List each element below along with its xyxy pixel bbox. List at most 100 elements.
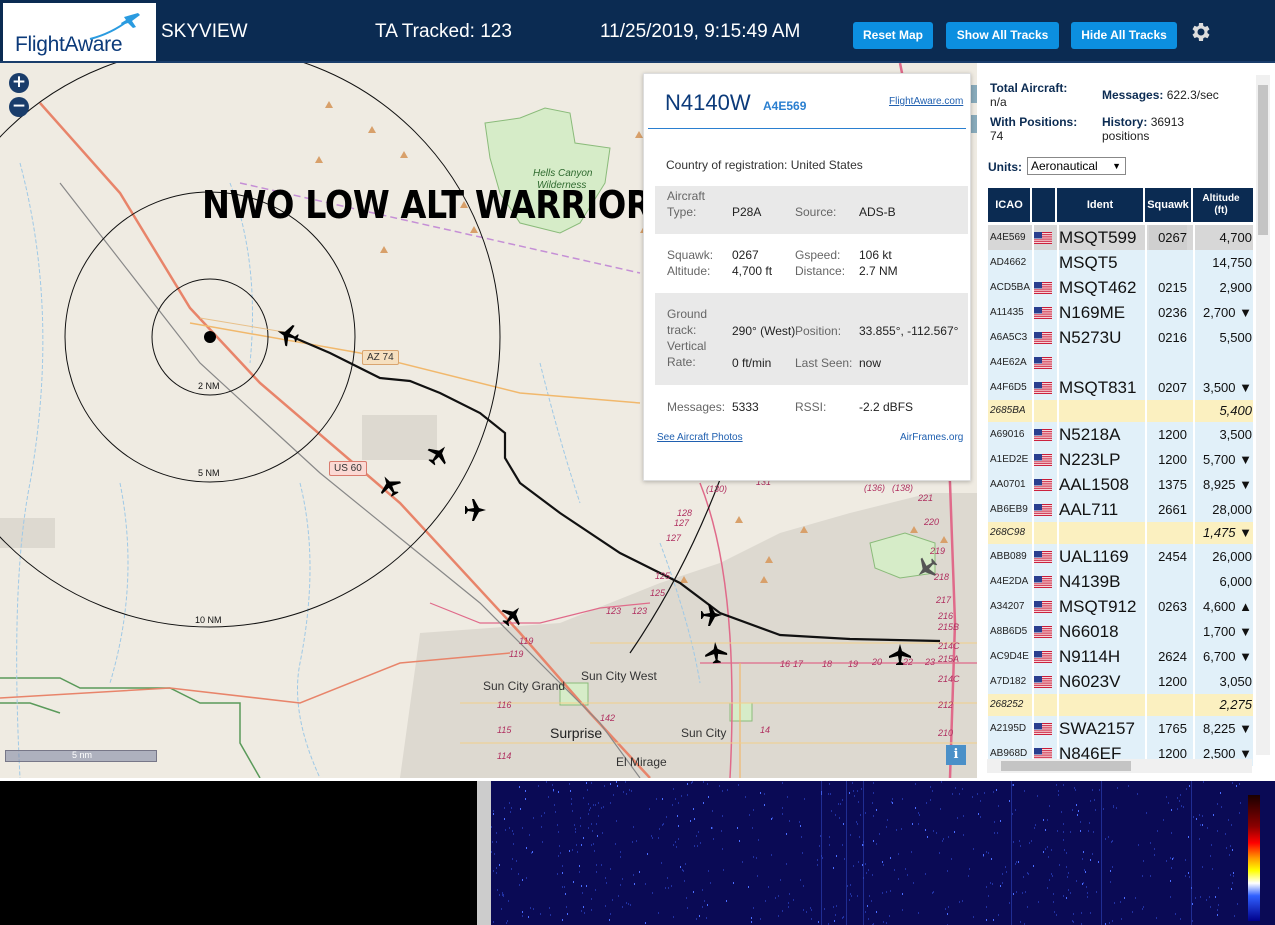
vertical-rate-value: 0 ft/min xyxy=(732,356,772,370)
table-row[interactable]: AB6EB9 AAL711 2661 28,000 xyxy=(988,497,1253,522)
road-number: 215B xyxy=(938,622,960,632)
column-separator xyxy=(1057,522,1059,544)
gear-icon[interactable] xyxy=(1188,20,1212,44)
cell-icao: A11435 xyxy=(990,307,1024,318)
position-value: 33.855°, -112.567° xyxy=(859,324,959,338)
reset-map-button[interactable]: Reset Map xyxy=(853,22,933,49)
table-row[interactable]: AC9D4E N9114H 2624 6,700 ▼ xyxy=(988,644,1253,669)
us-flag-icon xyxy=(1034,332,1052,344)
road-number: 14 xyxy=(760,725,771,735)
us-flag-icon xyxy=(1034,651,1052,663)
cell-altitude: 6,000 xyxy=(1219,574,1252,589)
table-row[interactable]: ABB089 UAL1169 2454 26,000 xyxy=(988,544,1253,569)
table-row[interactable]: 268252 2,275 xyxy=(988,694,1253,716)
cell-squawk: 2661 xyxy=(1158,502,1187,517)
cell-icao: A1ED2E xyxy=(990,454,1029,465)
aircraft-photos-link[interactable]: See Aircraft Photos xyxy=(657,432,743,443)
panel-horizontal-scrollbar[interactable] xyxy=(987,759,1252,773)
cell-ident: N66018 xyxy=(1059,622,1119,641)
scroll-thumb[interactable] xyxy=(1258,85,1268,235)
map-layer-toggle[interactable] xyxy=(970,115,977,133)
col-squawk[interactable]: Squawk xyxy=(1145,188,1193,222)
source-value: ADS-B xyxy=(859,205,896,219)
column-separator xyxy=(1145,669,1147,694)
column-separator xyxy=(1032,300,1034,325)
map-info-button[interactable]: i xyxy=(946,745,966,765)
show-all-tracks-button[interactable]: Show All Tracks xyxy=(946,22,1059,49)
table-row[interactable]: A7D182 N6023V 1200 3,050 xyxy=(988,669,1253,694)
table-row[interactable]: A8B6D5 N66018 1,700 ▼ xyxy=(988,619,1253,644)
road-number: 119 xyxy=(519,636,534,646)
table-row[interactable]: A6A5C3 N5273U 0216 5,500 xyxy=(988,325,1253,350)
table-row[interactable]: 268C98 1,475 ▼ xyxy=(988,522,1253,544)
cell-squawk: 2624 xyxy=(1158,649,1187,664)
road-shield-az74: AZ 74 xyxy=(362,350,399,365)
table-row[interactable]: A2195D SWA2157 1765 8,225 ▼ xyxy=(988,716,1253,741)
column-separator xyxy=(1032,375,1034,400)
column-separator xyxy=(1193,694,1195,716)
cell-ident: MSQT462 xyxy=(1059,278,1137,297)
messages-rate-label: Messages: xyxy=(1102,88,1164,102)
cell-icao: A6A5C3 xyxy=(990,332,1028,343)
zoom-in-button[interactable]: + xyxy=(9,73,29,93)
map-layer-toggle[interactable] xyxy=(970,85,977,103)
cell-squawk: 0267 xyxy=(1149,225,1187,250)
hide-all-tracks-button[interactable]: Hide All Tracks xyxy=(1071,22,1177,49)
table-row[interactable]: 2685BA 5,400 xyxy=(988,400,1253,422)
place-label: Hells Canyon xyxy=(533,168,593,179)
cell-squawk: 0236 xyxy=(1158,305,1187,320)
column-separator xyxy=(1032,250,1034,275)
us-flag-icon xyxy=(1034,626,1052,638)
table-row[interactable]: A34207 MSQT912 0263 4,600 ▲ xyxy=(988,594,1253,619)
cell-altitude: 5,400 xyxy=(1219,403,1252,418)
gspeed-label: Gspeed: xyxy=(795,248,841,262)
waterfall-colorbar xyxy=(1248,795,1260,921)
aircraft-icon xyxy=(465,499,486,521)
road-number: (136) xyxy=(864,483,886,493)
scroll-thumb[interactable] xyxy=(1001,761,1131,771)
table-row[interactable]: A4E569 MSQT599 0267 4,700 xyxy=(988,225,1253,250)
column-separator xyxy=(1145,325,1147,350)
distance-value: 2.7 NM xyxy=(859,264,898,278)
country-value: United States xyxy=(790,158,863,172)
table-row[interactable]: A69016 N5218A 1200 3,500 xyxy=(988,422,1253,447)
column-separator xyxy=(1032,275,1034,300)
table-row[interactable]: A11435 N169ME 0236 2,700 ▼ xyxy=(988,300,1253,325)
zoom-out-button[interactable]: − xyxy=(9,97,29,117)
table-row[interactable]: ACD5BA MSQT462 0215 2,900 xyxy=(988,275,1253,300)
column-separator xyxy=(1032,694,1034,716)
column-separator xyxy=(1145,447,1147,472)
table-row[interactable]: A4F6D5 MSQT831 0207 3,500 ▼ xyxy=(988,375,1253,400)
us-flag-icon xyxy=(1034,676,1052,688)
flightaware-link[interactable]: FlightAware.com xyxy=(889,96,963,107)
units-value: Aeronautical xyxy=(1031,159,1098,173)
units-select[interactable]: Aeronautical ▼ xyxy=(1027,157,1126,175)
cell-altitude: 14,750 xyxy=(1212,255,1252,270)
cell-icao: A4E62A xyxy=(990,357,1027,368)
col-altitude-unit: (ft) xyxy=(1214,205,1228,216)
table-row[interactable]: A1ED2E N223LP 1200 5,700 ▼ xyxy=(988,447,1253,472)
scale-bar: 5 nm xyxy=(5,750,157,762)
road-number: 19 xyxy=(848,659,859,669)
table-row[interactable]: A4E2DA N4139B 6,000 xyxy=(988,569,1253,594)
column-separator xyxy=(1057,300,1059,325)
cell-ident: UAL1169 xyxy=(1059,547,1129,566)
column-separator xyxy=(1057,400,1059,422)
table-row[interactable]: A4E62A xyxy=(988,350,1253,375)
us-flag-icon xyxy=(1034,307,1052,319)
panel-vertical-scrollbar[interactable] xyxy=(1256,75,1270,755)
col-icao[interactable]: ICAO xyxy=(988,188,1032,222)
column-separator xyxy=(1145,544,1147,569)
col-altitude[interactable]: Altitude (ft) xyxy=(1193,188,1249,222)
airframes-link[interactable]: AirFrames.org xyxy=(900,432,963,443)
column-separator xyxy=(1193,375,1195,400)
column-separator xyxy=(1145,569,1147,594)
scale-label: 5 nm xyxy=(71,750,92,760)
flightaware-logo[interactable]: FlightAware xyxy=(3,3,156,61)
popup-divider xyxy=(648,128,966,129)
column-separator xyxy=(1032,569,1034,594)
table-row[interactable]: AD4662 MSQT5 14,750 xyxy=(988,250,1253,275)
column-separator xyxy=(1032,472,1034,497)
col-ident[interactable]: Ident xyxy=(1057,188,1145,222)
table-row[interactable]: AA0701 AAL1508 1375 8,925 ▼ xyxy=(988,472,1253,497)
